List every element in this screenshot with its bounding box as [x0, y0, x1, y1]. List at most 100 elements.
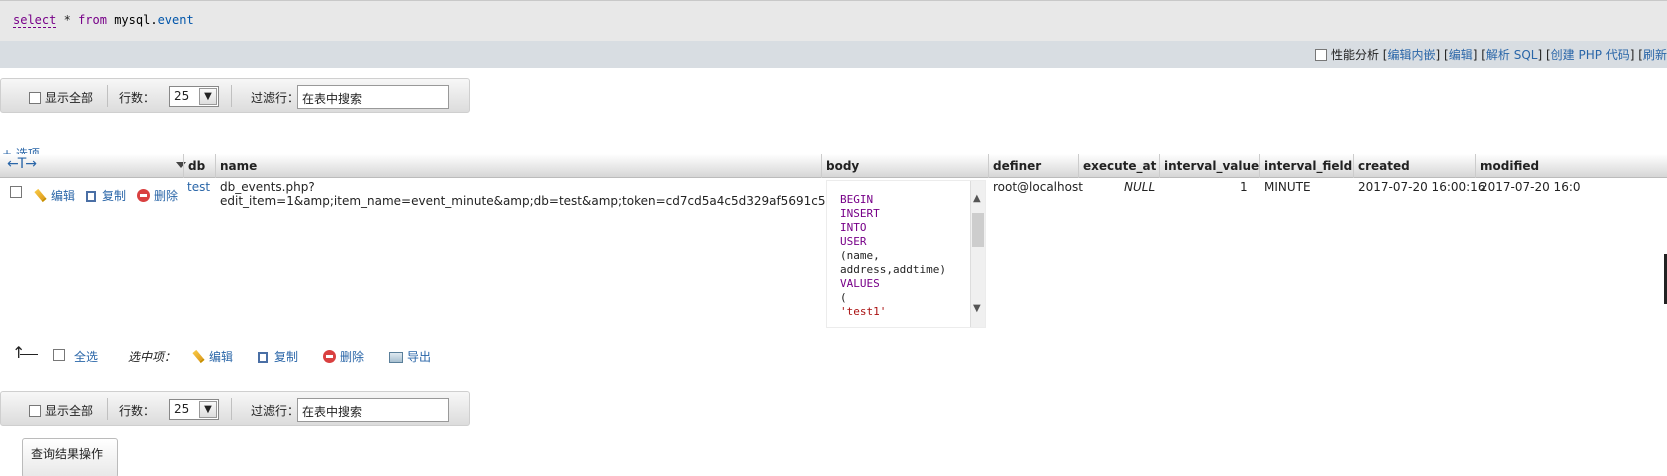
- row-edit-button[interactable]: 编辑: [34, 187, 75, 204]
- row-delete-button[interactable]: 删除: [137, 187, 178, 204]
- code-line: INTO: [840, 221, 867, 234]
- show-all-label: 显示全部: [45, 91, 94, 105]
- divider: [231, 398, 232, 420]
- rows-select-value: 25: [174, 89, 190, 103]
- show-all-label: 显示全部: [45, 404, 94, 418]
- filter-input[interactable]: 在表中搜索: [297, 85, 449, 109]
- sql-field: event: [157, 13, 194, 27]
- query-tools: 性能分析 [编辑内嵌] [编辑] [解析 SQL] [创建 PHP 代码] [刷…: [1314, 46, 1667, 63]
- show-all-checkbox[interactable]: [29, 405, 41, 417]
- show-all-checkbox[interactable]: [29, 92, 41, 104]
- bulk-copy-label: 复制: [274, 350, 299, 364]
- with-selected-label: 选中项：: [128, 350, 177, 364]
- column-header-modified[interactable]: modified: [1480, 159, 1539, 173]
- divider: [107, 85, 108, 107]
- bottom-navigation-bar: 显示全部 行数： 25 ▼ 过滤行： 在表中搜索: [0, 391, 470, 426]
- cell-definer: root@localhost: [993, 180, 1083, 194]
- select-all-arrow-icon: ↑: [12, 343, 26, 362]
- chevron-down-icon[interactable]: ▼: [973, 303, 981, 314]
- divider: [107, 398, 108, 420]
- copy-icon: [258, 352, 268, 363]
- chevron-up-icon[interactable]: ▲: [973, 193, 981, 204]
- profiling-label: 性能分析: [1330, 48, 1379, 62]
- divider: [231, 85, 232, 107]
- rows-select[interactable]: 25 ▼: [169, 399, 219, 420]
- bulk-edit-label: 编辑: [209, 350, 234, 364]
- column-divider: [183, 154, 184, 178]
- chevron-down-icon[interactable]: ▼: [199, 88, 217, 105]
- code-line: VALUES: [840, 277, 880, 290]
- arrow-line: [20, 354, 38, 355]
- code-line: USER: [840, 235, 867, 248]
- edit-link[interactable]: 编辑: [1449, 48, 1473, 62]
- row-copy-label: 复制: [102, 189, 127, 203]
- export-icon: [389, 352, 403, 363]
- sql-keyword-select: select: [13, 13, 57, 28]
- show-all-control[interactable]: 显示全部: [29, 89, 93, 106]
- chevron-down-icon[interactable]: ▼: [199, 401, 217, 418]
- sql-keyword-from: from: [78, 13, 107, 27]
- rows-select-value: 25: [174, 402, 190, 416]
- column-divider: [1078, 154, 1079, 178]
- column-header-interval-field[interactable]: interval_field: [1264, 159, 1352, 173]
- column-divider: [215, 154, 216, 178]
- bulk-copy-button[interactable]: 复制: [258, 348, 298, 365]
- sql-query-box[interactable]: select * from mysql.event: [0, 0, 1667, 41]
- cell-interval-value: 1: [1240, 180, 1248, 194]
- sql-dot: .: [150, 13, 158, 27]
- cell-name-line2: edit_item=1&amp;item_name=event_minute&a…: [220, 194, 895, 208]
- column-header-body[interactable]: body: [826, 159, 859, 173]
- column-header-definer[interactable]: definer: [993, 159, 1041, 173]
- sort-dropdown-icon[interactable]: [176, 162, 186, 168]
- cell-db[interactable]: test: [187, 180, 210, 194]
- bracket: ] [: [1537, 48, 1551, 62]
- bulk-edit-button[interactable]: 编辑: [192, 348, 233, 365]
- code-line: INSERT: [840, 207, 880, 220]
- column-divider: [988, 154, 989, 178]
- column-header-execute-at[interactable]: execute_at: [1083, 159, 1156, 173]
- column-resize-arrows-icon[interactable]: ←T→: [7, 156, 37, 172]
- cell-created: 2017-07-20 16:00:16: [1358, 180, 1486, 194]
- profiling-checkbox[interactable]: [1314, 49, 1327, 61]
- pencil-icon: [34, 188, 47, 203]
- copy-icon: [86, 191, 96, 202]
- bracket: ] [: [1435, 48, 1449, 62]
- filter-input[interactable]: 在表中搜索: [297, 398, 449, 422]
- edit-inline-link[interactable]: 编辑内嵌: [1387, 48, 1435, 62]
- body-scrollbar[interactable]: ▲ ▼: [970, 181, 985, 327]
- column-divider: [1475, 154, 1476, 178]
- refresh-link[interactable]: 刷新: [1643, 48, 1667, 62]
- column-header-created[interactable]: created: [1358, 159, 1410, 173]
- cell-body-code[interactable]: BEGIN INSERT INTO USER (name, address,ad…: [826, 180, 986, 328]
- cell-name-line1: db_events.php?: [220, 180, 315, 194]
- bulk-export-button[interactable]: 导出: [389, 348, 431, 365]
- column-header-interval-value[interactable]: interval_value: [1164, 159, 1259, 173]
- bulk-export-label: 导出: [407, 350, 432, 364]
- sql-table: mysql: [114, 13, 151, 27]
- cell-interval-field: MINUTE: [1264, 180, 1311, 194]
- results-table-header: ←T→ db name body definer execute_at inte…: [0, 154, 1667, 178]
- query-results-operations-button[interactable]: 查询结果操作: [22, 438, 118, 476]
- row-copy-button[interactable]: 复制: [86, 187, 126, 204]
- select-all-checkbox[interactable]: [53, 349, 65, 361]
- column-header-db[interactable]: db: [188, 159, 205, 173]
- bracket: ] [: [1629, 48, 1643, 62]
- query-tools-bar: 性能分析 [编辑内嵌] [编辑] [解析 SQL] [创建 PHP 代码] [刷…: [0, 41, 1667, 68]
- show-all-control[interactable]: 显示全部: [29, 402, 93, 419]
- explain-sql-link[interactable]: 解析 SQL: [1486, 48, 1538, 62]
- bracket: ] [: [1472, 48, 1486, 62]
- row-checkbox[interactable]: [10, 186, 22, 198]
- column-divider: [1353, 154, 1354, 178]
- scrollbar-thumb[interactable]: [972, 213, 984, 247]
- create-php-link[interactable]: 创建 PHP 代码: [1551, 48, 1630, 62]
- code-line: 'test1': [840, 305, 887, 318]
- select-all-label[interactable]: 全选: [74, 348, 98, 365]
- bulk-delete-button[interactable]: 删除: [323, 348, 364, 365]
- rows-select[interactable]: 25 ▼: [169, 86, 219, 107]
- code-line: address,addtime): [840, 263, 946, 276]
- row-delete-label: 删除: [154, 189, 179, 203]
- column-header-name[interactable]: name: [220, 159, 257, 173]
- bulk-delete-label: 删除: [340, 350, 365, 364]
- body-code-text: BEGIN INSERT INTO USER (name, address,ad…: [840, 193, 946, 327]
- column-divider: [821, 154, 822, 178]
